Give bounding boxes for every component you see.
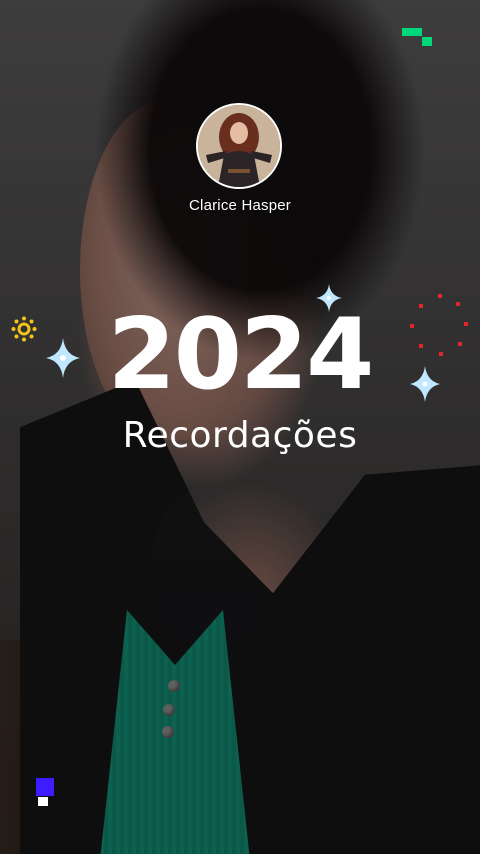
pixel-blocks-icon xyxy=(36,778,54,806)
avatar[interactable] xyxy=(196,103,282,189)
sunburst-icon xyxy=(11,316,37,342)
profile-username[interactable]: Clarice Hasper xyxy=(140,197,340,214)
sparkle-icon xyxy=(410,366,440,402)
pixel-blocks-icon xyxy=(402,28,432,46)
firework-icon xyxy=(410,294,468,356)
recordacoes-subtitle: Recordações xyxy=(122,415,358,456)
sparkle-icon xyxy=(46,338,80,378)
year-title: 2024 xyxy=(107,298,375,412)
story-screen[interactable]: Clarice Hasper 2024 Recordações xyxy=(0,0,480,854)
avatar-image xyxy=(198,105,280,187)
